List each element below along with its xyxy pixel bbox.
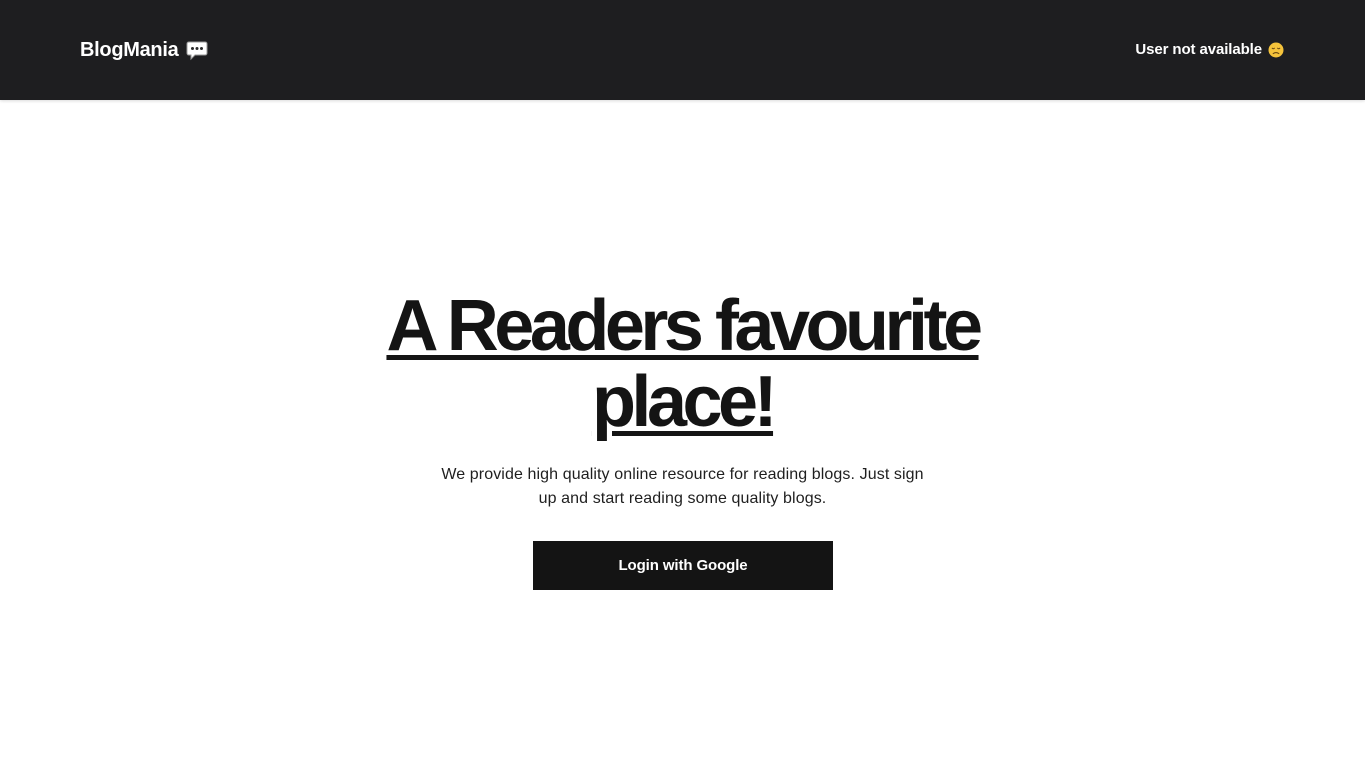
hero-subtitle: We provide high quality online resource … [441, 466, 924, 507]
brand-link[interactable]: BlogMania [80, 37, 208, 63]
hero-section: A Readers favourite place! We provide hi… [0, 100, 1365, 767]
user-status: User not available [1135, 40, 1284, 60]
navbar: BlogMania User not available [0, 0, 1365, 100]
disappointed-face-icon [1268, 42, 1284, 58]
user-status-text: User not available [1135, 41, 1262, 58]
hero-title: A Readers favourite place! [386, 286, 983, 442]
speech-bubble-icon [186, 39, 208, 61]
brand-name: BlogMania [80, 39, 179, 61]
login-with-google-button[interactable]: Login with Google [533, 541, 833, 590]
